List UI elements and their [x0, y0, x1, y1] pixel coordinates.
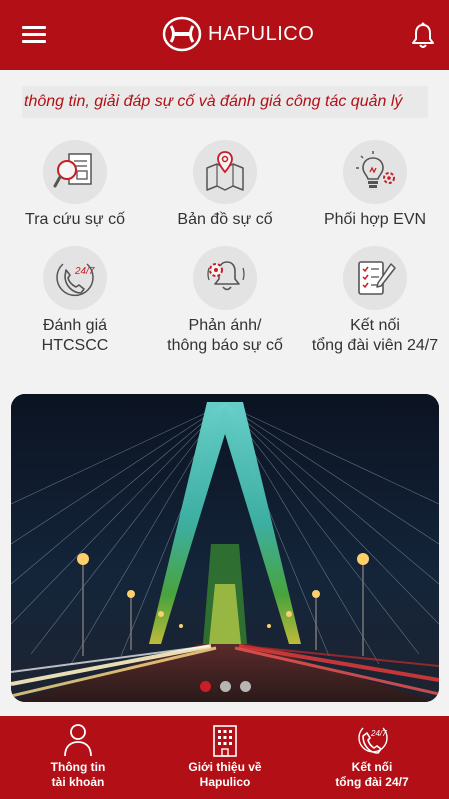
service-ket-noi-tong-dai-vien[interactable]: Kết nối tổng đài viên 24/7 [300, 246, 449, 356]
service-label: Phản ánh/ thông báo sự cố [167, 317, 283, 354]
building-icon [213, 725, 237, 757]
brand-name: HAPULICO [208, 22, 315, 45]
service-phoi-hop-evn[interactable]: Phối hợp EVN [300, 140, 449, 230]
announcement-marquee[interactable]: thông tin, giải đáp sự cố và đánh giá cô… [22, 86, 428, 118]
app-header: HAPULICO [0, 0, 449, 70]
bell-gear-icon [207, 261, 245, 291]
checklist-pen-icon [358, 261, 396, 295]
icon-24-7-text: 24/7 [370, 729, 387, 738]
carousel-indicators [11, 681, 439, 692]
service-label: Phối hợp EVN [323, 211, 427, 228]
nav-label: Giới thiệu về Hapulico [188, 760, 262, 789]
service-phan-anh-thong-bao[interactable]: Phản ánh/ thông báo sự cố [150, 246, 300, 356]
nav-account-info[interactable]: Thông tin tài khoản [3, 722, 153, 790]
brand-logo[interactable]: HAPULICO [162, 16, 314, 52]
nav-hotline-24-7[interactable]: 24/7 Kết nối tổng đài 24/7 [297, 722, 447, 790]
service-ban-do-su-co[interactable]: Bản đồ sự cố [150, 140, 300, 230]
announcement-text: thông tin, giải đáp sự cố và đánh giá cô… [24, 93, 403, 110]
user-icon [64, 724, 92, 757]
hapulico-logo-icon [162, 16, 202, 52]
search-document-icon [53, 153, 92, 188]
phone-24-7-icon: 24/7 [358, 727, 388, 754]
service-label: Tra cứu sự cố [25, 211, 125, 228]
notification-bell-icon[interactable] [410, 22, 436, 50]
banner-carousel[interactable] [11, 394, 439, 702]
carousel-dot[interactable] [239, 681, 251, 692]
service-label: Đánh giá HTCSCC [41, 317, 109, 354]
service-tra-cuu-su-co[interactable]: Tra cứu sự cố [0, 140, 150, 230]
map-pin-icon [206, 151, 244, 191]
phone-24-7-icon: 24/7 [56, 263, 95, 297]
carousel-dot[interactable] [199, 681, 211, 692]
lightbulb-gear-icon [356, 151, 395, 188]
carousel-dot[interactable] [219, 681, 231, 692]
bottom-navigation: Thông tin tài khoản Giới thiệu về Hapuli… [0, 716, 449, 799]
service-danh-gia-htcscc[interactable]: 24/7 Đánh giá HTCSCC [0, 246, 150, 356]
menu-icon[interactable] [22, 24, 48, 46]
icon-24-7-text: 24/7 [74, 266, 95, 277]
service-label: Bản đồ sự cố [177, 211, 273, 228]
nav-label: Kết nối tổng đài 24/7 [335, 760, 409, 789]
bridge-night-image [11, 394, 439, 702]
nav-label: Thông tin tài khoản [50, 760, 106, 789]
nav-about-hapulico[interactable]: Giới thiệu về Hapulico [150, 722, 300, 790]
service-label: Kết nối tổng đài viên 24/7 [311, 317, 439, 354]
